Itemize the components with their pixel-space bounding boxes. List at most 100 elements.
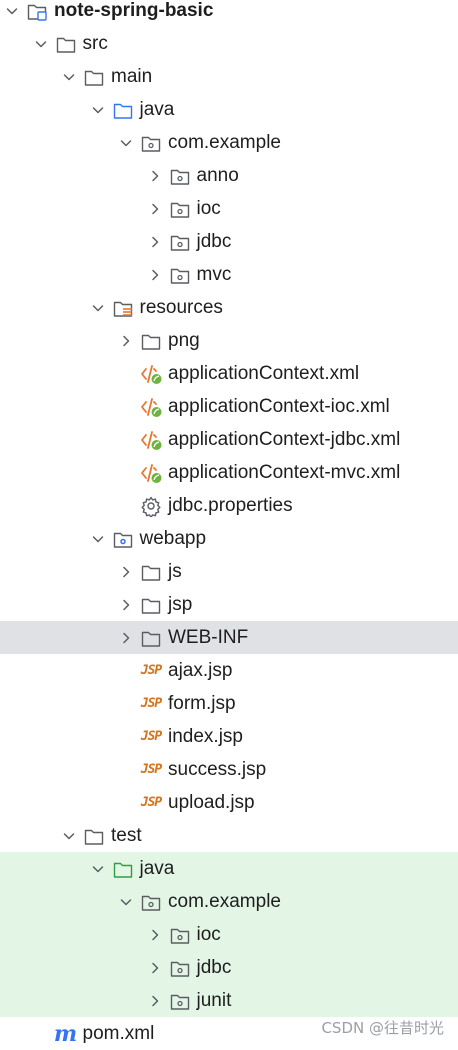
tree-item-mvc[interactable]: mvc bbox=[0, 258, 458, 291]
chevron-down-icon[interactable] bbox=[61, 69, 77, 85]
tree-item-java-test[interactable]: java bbox=[0, 852, 458, 885]
tree-item-project[interactable]: note-spring-basic bbox=[0, 0, 458, 27]
tree-item-appctx[interactable]: applicationContext.xml bbox=[0, 357, 458, 390]
tree-item-png[interactable]: png bbox=[0, 324, 458, 357]
tree-item-label: main bbox=[111, 66, 153, 87]
test-source-folder-icon bbox=[112, 858, 134, 880]
tree-item-jdbc-props[interactable]: jdbc.properties bbox=[0, 489, 458, 522]
tree-item-webapp[interactable]: webapp bbox=[0, 522, 458, 555]
module-folder-icon bbox=[26, 0, 48, 22]
tree-item-label: com.example bbox=[168, 891, 281, 912]
tree-item-src[interactable]: src bbox=[0, 27, 458, 60]
tree-item-appctx-mvc[interactable]: applicationContext-mvc.xml bbox=[0, 456, 458, 489]
tree-item-label: mvc bbox=[196, 264, 232, 285]
package-icon bbox=[140, 891, 162, 913]
chevron-down-icon[interactable] bbox=[118, 894, 134, 910]
chevron-down-icon[interactable] bbox=[90, 861, 106, 877]
tree-item-label: anno bbox=[196, 165, 239, 186]
tree-item-label: applicationContext-mvc.xml bbox=[168, 462, 401, 483]
chevron-down-icon[interactable] bbox=[61, 828, 77, 844]
tree-item-js[interactable]: js bbox=[0, 555, 458, 588]
tree-item-label: ioc bbox=[196, 924, 221, 945]
chevron-right-icon[interactable] bbox=[147, 993, 163, 1009]
spring-xml-icon bbox=[140, 429, 162, 451]
tree-item-main[interactable]: main bbox=[0, 60, 458, 93]
tree-item-index[interactable]: JSP index.jsp bbox=[0, 720, 458, 753]
watermark: CSDN @往昔时光 bbox=[321, 1019, 444, 1037]
tree-item-appctx-jdbc[interactable]: applicationContext-jdbc.xml bbox=[0, 423, 458, 456]
package-icon bbox=[169, 198, 191, 220]
package-icon bbox=[169, 264, 191, 286]
folder-icon bbox=[140, 330, 162, 352]
tree-item-label: applicationContext.xml bbox=[168, 363, 360, 384]
tree-item-java-main[interactable]: java bbox=[0, 93, 458, 126]
package-icon bbox=[140, 132, 162, 154]
tree-item-label: png bbox=[168, 330, 200, 351]
source-folder-icon bbox=[112, 99, 134, 121]
folder-icon bbox=[55, 33, 77, 55]
chevron-down-icon[interactable] bbox=[4, 3, 20, 19]
tree-item-success[interactable]: JSP success.jsp bbox=[0, 753, 458, 786]
tree-item-label: com.example bbox=[168, 132, 281, 153]
folder-icon bbox=[83, 825, 105, 847]
tree-item-label: note-spring-basic bbox=[54, 0, 214, 21]
chevron-down-icon[interactable] bbox=[90, 531, 106, 547]
tree-item-anno[interactable]: anno bbox=[0, 159, 458, 192]
folder-icon bbox=[83, 66, 105, 88]
tree-item-pkg-test[interactable]: com.example bbox=[0, 885, 458, 918]
tree-item-resources[interactable]: resources bbox=[0, 291, 458, 324]
jsp-icon: JSP bbox=[140, 663, 163, 678]
tree-item-label: index.jsp bbox=[168, 726, 243, 747]
tree-item-label: jdbc.properties bbox=[168, 495, 293, 516]
folder-icon bbox=[140, 594, 162, 616]
package-icon bbox=[169, 231, 191, 253]
chevron-right-icon[interactable] bbox=[147, 927, 163, 943]
chevron-down-icon[interactable] bbox=[90, 300, 106, 316]
chevron-right-icon[interactable] bbox=[147, 267, 163, 283]
tree-item-jdbc[interactable]: jdbc bbox=[0, 225, 458, 258]
chevron-right-icon[interactable] bbox=[147, 234, 163, 250]
tree-item-label: pom.xml bbox=[82, 1023, 155, 1044]
tree-item-label: js bbox=[168, 561, 182, 582]
tree-item-ioc[interactable]: ioc bbox=[0, 192, 458, 225]
tree-item-pkg-main[interactable]: com.example bbox=[0, 126, 458, 159]
chevron-right-icon[interactable] bbox=[147, 201, 163, 217]
chevron-down-icon[interactable] bbox=[90, 102, 106, 118]
tree-item-label: upload.jsp bbox=[168, 792, 255, 813]
chevron-right-icon[interactable] bbox=[147, 168, 163, 184]
tree-item-label: ajax.jsp bbox=[168, 660, 233, 681]
spring-xml-icon bbox=[140, 396, 162, 418]
tree-item-appctx-ioc[interactable]: applicationContext-ioc.xml bbox=[0, 390, 458, 423]
chevron-right-icon[interactable] bbox=[147, 960, 163, 976]
jsp-icon: JSP bbox=[140, 696, 163, 711]
resources-folder-icon bbox=[112, 297, 134, 319]
tree-item-jdbc-test[interactable]: jdbc bbox=[0, 951, 458, 984]
chevron-down-icon[interactable] bbox=[33, 36, 49, 52]
chevron-right-icon[interactable] bbox=[118, 630, 134, 646]
tree-item-label: jdbc bbox=[196, 957, 232, 978]
chevron-down-icon[interactable] bbox=[118, 135, 134, 151]
tree-item-junit[interactable]: junit bbox=[0, 984, 458, 1017]
tree-item-label: applicationContext-jdbc.xml bbox=[168, 429, 401, 450]
tree-item-label: applicationContext-ioc.xml bbox=[168, 396, 390, 417]
web-folder-icon bbox=[112, 528, 134, 550]
tree-item-label: src bbox=[82, 33, 108, 54]
jsp-icon: JSP bbox=[140, 729, 163, 744]
tree-item-webinf[interactable]: WEB-INF bbox=[0, 621, 458, 654]
tree-item-test[interactable]: test bbox=[0, 819, 458, 852]
tree-item-ajax[interactable]: JSP ajax.jsp bbox=[0, 654, 458, 687]
tree-item-label: junit bbox=[196, 990, 232, 1011]
tree-item-label: ioc bbox=[196, 198, 221, 219]
tree-item-jsp[interactable]: jsp bbox=[0, 588, 458, 621]
tree-item-form[interactable]: JSP form.jsp bbox=[0, 687, 458, 720]
tree-item-label: resources bbox=[139, 297, 223, 318]
tree-item-upload[interactable]: JSP upload.jsp bbox=[0, 786, 458, 819]
tree-item-ioc-test[interactable]: ioc bbox=[0, 918, 458, 951]
jsp-icon: JSP bbox=[140, 795, 163, 810]
chevron-right-icon[interactable] bbox=[118, 597, 134, 613]
project-tree: note-spring-basic src main java com.example a… bbox=[0, 0, 458, 1050]
gear-icon bbox=[140, 495, 162, 517]
chevron-right-icon[interactable] bbox=[118, 333, 134, 349]
package-icon bbox=[169, 924, 191, 946]
chevron-right-icon[interactable] bbox=[118, 564, 134, 580]
